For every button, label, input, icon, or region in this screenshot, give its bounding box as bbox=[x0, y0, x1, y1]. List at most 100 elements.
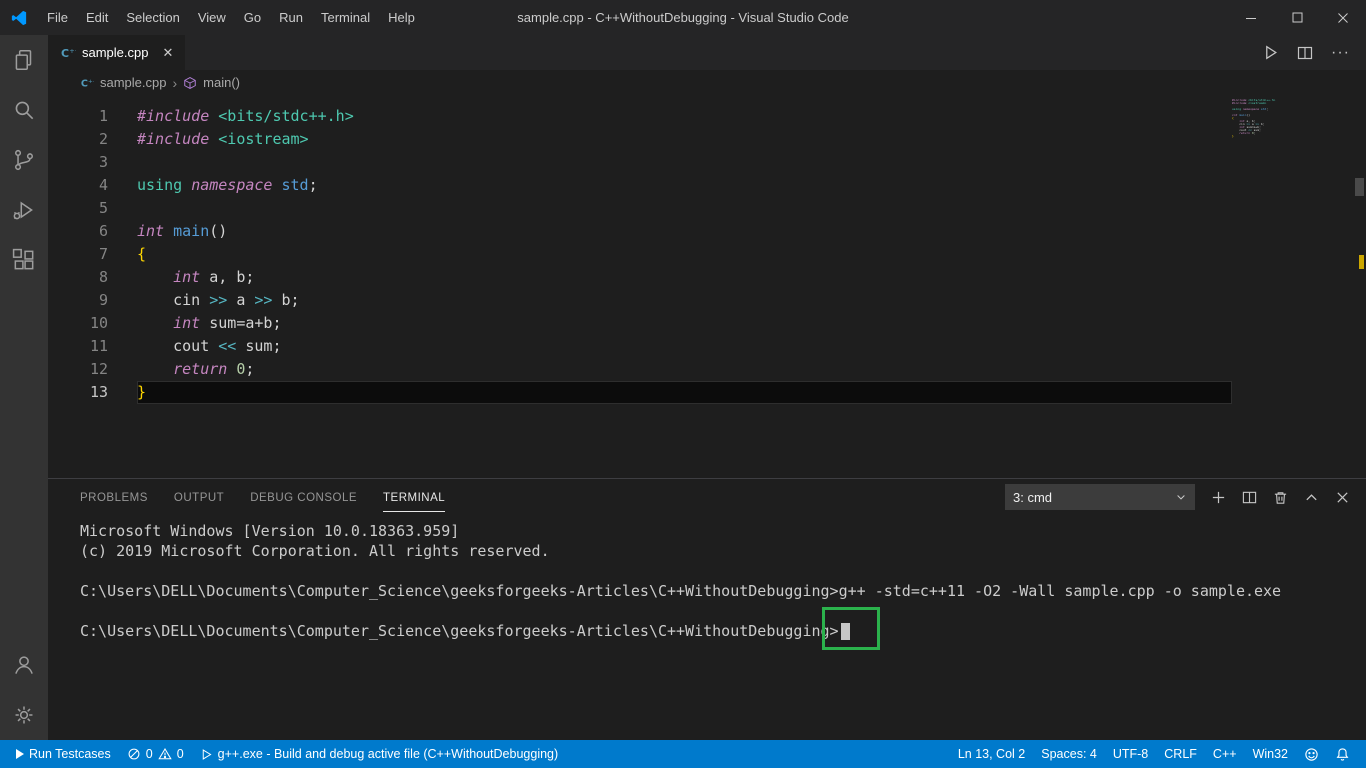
editor-scrollbar[interactable] bbox=[1355, 178, 1364, 196]
code-line-8[interactable]: 8 int a, b; bbox=[48, 266, 1366, 289]
settings-gear-icon[interactable] bbox=[0, 690, 48, 740]
account-icon[interactable] bbox=[0, 640, 48, 690]
terminal-lines: Microsoft Windows [Version 10.0.18363.95… bbox=[80, 521, 1346, 641]
close-panel-icon[interactable] bbox=[1335, 490, 1350, 505]
run-testcases-button[interactable]: Run Testcases bbox=[8, 740, 119, 768]
svg-text:++: ++ bbox=[69, 47, 76, 55]
tab-sample-cpp[interactable]: C++ sample.cpp ✕ bbox=[48, 35, 186, 70]
more-actions-icon[interactable]: ··· bbox=[1331, 44, 1350, 62]
code-editor[interactable]: 1 #include <bits/stdc++.h> 2 #include <iost… bbox=[48, 95, 1366, 478]
line-number: 3 bbox=[98, 153, 108, 171]
search-icon[interactable] bbox=[0, 85, 48, 135]
overview-ruler-mark bbox=[1359, 255, 1364, 269]
split-editor-icon[interactable] bbox=[1297, 45, 1313, 61]
panel-tab-output[interactable]: OUTPUT bbox=[174, 483, 224, 512]
menu-edit[interactable]: Edit bbox=[77, 0, 117, 35]
code-line-4[interactable]: 4 using namespace std; bbox=[48, 174, 1366, 197]
activity-bar bbox=[0, 35, 48, 740]
code-text: int a, b; bbox=[173, 268, 255, 286]
panel-header: PROBLEMS OUTPUT DEBUG CONSOLE TERMINAL 3: c… bbox=[48, 479, 1366, 515]
menu-run[interactable]: Run bbox=[270, 0, 312, 35]
line-number: 9 bbox=[98, 291, 108, 309]
run-debug-icon[interactable] bbox=[0, 185, 48, 235]
status-spaces-4[interactable]: Spaces: 4 bbox=[1033, 740, 1105, 768]
menu-view[interactable]: View bbox=[189, 0, 235, 35]
menu-terminal[interactable]: Terminal bbox=[312, 0, 379, 35]
code-text: int sum=a+b; bbox=[173, 314, 282, 332]
terminal-select[interactable]: 3: cmd bbox=[1005, 484, 1195, 510]
breadcrumb-file[interactable]: sample.cpp bbox=[100, 75, 166, 90]
close-button[interactable] bbox=[1320, 0, 1366, 35]
split-terminal-icon[interactable] bbox=[1242, 490, 1257, 505]
code-text: cin >> a >> b; bbox=[137, 291, 300, 309]
code-text: int main() bbox=[137, 222, 228, 240]
terminal-line: C:\Users\DELL\Documents\Computer_Science… bbox=[80, 582, 1282, 600]
source-control-icon[interactable] bbox=[0, 135, 48, 185]
panel-tab-problems[interactable]: PROBLEMS bbox=[80, 483, 148, 512]
maximize-button[interactable] bbox=[1274, 0, 1320, 35]
status-bar: Run Testcases 0 0 g++.exe - Build and de… bbox=[0, 740, 1366, 768]
symbol-method-icon bbox=[183, 76, 197, 90]
status-c++[interactable]: C++ bbox=[1205, 740, 1245, 768]
line-number: 4 bbox=[98, 176, 108, 194]
explorer-icon[interactable] bbox=[0, 35, 48, 85]
code-text: #include <iostream> bbox=[137, 130, 309, 148]
code-line-2[interactable]: 2 #include <iostream> bbox=[48, 128, 1366, 151]
debug-status-label: g++.exe - Build and debug active file (C… bbox=[217, 747, 559, 761]
window-title: sample.cpp - C++WithoutDebugging - Visua… bbox=[517, 10, 849, 25]
line-number: 2 bbox=[98, 130, 108, 148]
minimap[interactable]: #include <bits/stdc++.h> #include <iostre… bbox=[1232, 99, 1352, 151]
menu-help[interactable]: Help bbox=[379, 0, 424, 35]
feedback-smiley-icon[interactable] bbox=[1296, 740, 1327, 768]
new-terminal-icon[interactable] bbox=[1211, 490, 1226, 505]
code-line-6[interactable]: 6 int main() bbox=[48, 220, 1366, 243]
status-win32[interactable]: Win32 bbox=[1245, 740, 1296, 768]
breadcrumb-symbol[interactable]: main() bbox=[203, 75, 240, 90]
vscode-logo-icon bbox=[10, 9, 28, 27]
warnings-count: 0 bbox=[176, 747, 184, 761]
svg-text:++: ++ bbox=[88, 79, 94, 85]
workbench: C++ sample.cpp ✕ ··· C++ bbox=[0, 35, 1366, 740]
panel-tab-debug-console[interactable]: DEBUG CONSOLE bbox=[250, 483, 357, 512]
problems-indicator[interactable]: 0 0 bbox=[119, 740, 192, 768]
bottom-panel: PROBLEMS OUTPUT DEBUG CONSOLE TERMINAL 3: c… bbox=[48, 478, 1366, 740]
terminal[interactable]: Microsoft Windows [Version 10.0.18363.95… bbox=[48, 515, 1366, 740]
code-line-11[interactable]: 11 cout << sum; bbox=[48, 335, 1366, 358]
code-text: #include <bits/stdc++.h> bbox=[137, 107, 354, 125]
panel-tab-terminal[interactable]: TERMINAL bbox=[383, 483, 446, 512]
extensions-icon[interactable] bbox=[0, 235, 48, 285]
chevron-down-icon bbox=[1177, 495, 1185, 500]
run-testcases-label: Run Testcases bbox=[29, 747, 111, 761]
minimize-button[interactable] bbox=[1228, 0, 1274, 35]
code-text: } bbox=[137, 383, 147, 401]
code-line-3[interactable]: 3 bbox=[48, 151, 1366, 174]
menu-selection[interactable]: Selection bbox=[117, 0, 188, 35]
code-line-5[interactable]: 5 bbox=[48, 197, 1366, 220]
terminal-line: C:\Users\DELL\Documents\Computer_Science… bbox=[80, 621, 1346, 641]
menu-go[interactable]: Go bbox=[235, 0, 270, 35]
panel-tabs: PROBLEMS OUTPUT DEBUG CONSOLE TERMINAL bbox=[80, 483, 471, 512]
debug-status[interactable]: g++.exe - Build and debug active file (C… bbox=[192, 740, 567, 768]
title-bar: File Edit Selection View Go Run Terminal Help s… bbox=[0, 0, 1366, 35]
minimap-content: #include <bits/stdc++.h> #include <iostre… bbox=[1232, 99, 1275, 138]
code-line-12[interactable]: 12 return 0; bbox=[48, 358, 1366, 381]
status-ln-13-col-2[interactable]: Ln 13, Col 2 bbox=[950, 740, 1033, 768]
cpp-file-icon: C++ bbox=[60, 45, 76, 61]
run-file-icon[interactable] bbox=[1262, 44, 1279, 61]
status-crlf[interactable]: CRLF bbox=[1156, 740, 1205, 768]
notifications-bell-icon[interactable] bbox=[1327, 740, 1358, 768]
code-line-9[interactable]: 9 cin >> a >> b; bbox=[48, 289, 1366, 312]
code-line-10[interactable]: 10 int sum=a+b; bbox=[48, 312, 1366, 335]
kill-terminal-icon[interactable] bbox=[1273, 490, 1288, 505]
errors-count: 0 bbox=[145, 747, 153, 761]
status-utf-8[interactable]: UTF-8 bbox=[1105, 740, 1156, 768]
code-line-7[interactable]: 7{ bbox=[48, 243, 1366, 266]
code-line-1[interactable]: 1 #include <bits/stdc++.h> bbox=[48, 105, 1366, 128]
code-line-13[interactable]: 13} bbox=[48, 381, 1366, 404]
tab-close-icon[interactable]: ✕ bbox=[162, 45, 173, 61]
code-lines: 1 #include <bits/stdc++.h> 2 #include <iost… bbox=[48, 105, 1366, 404]
maximize-panel-icon[interactable] bbox=[1304, 490, 1319, 505]
menu-file[interactable]: File bbox=[38, 0, 77, 35]
